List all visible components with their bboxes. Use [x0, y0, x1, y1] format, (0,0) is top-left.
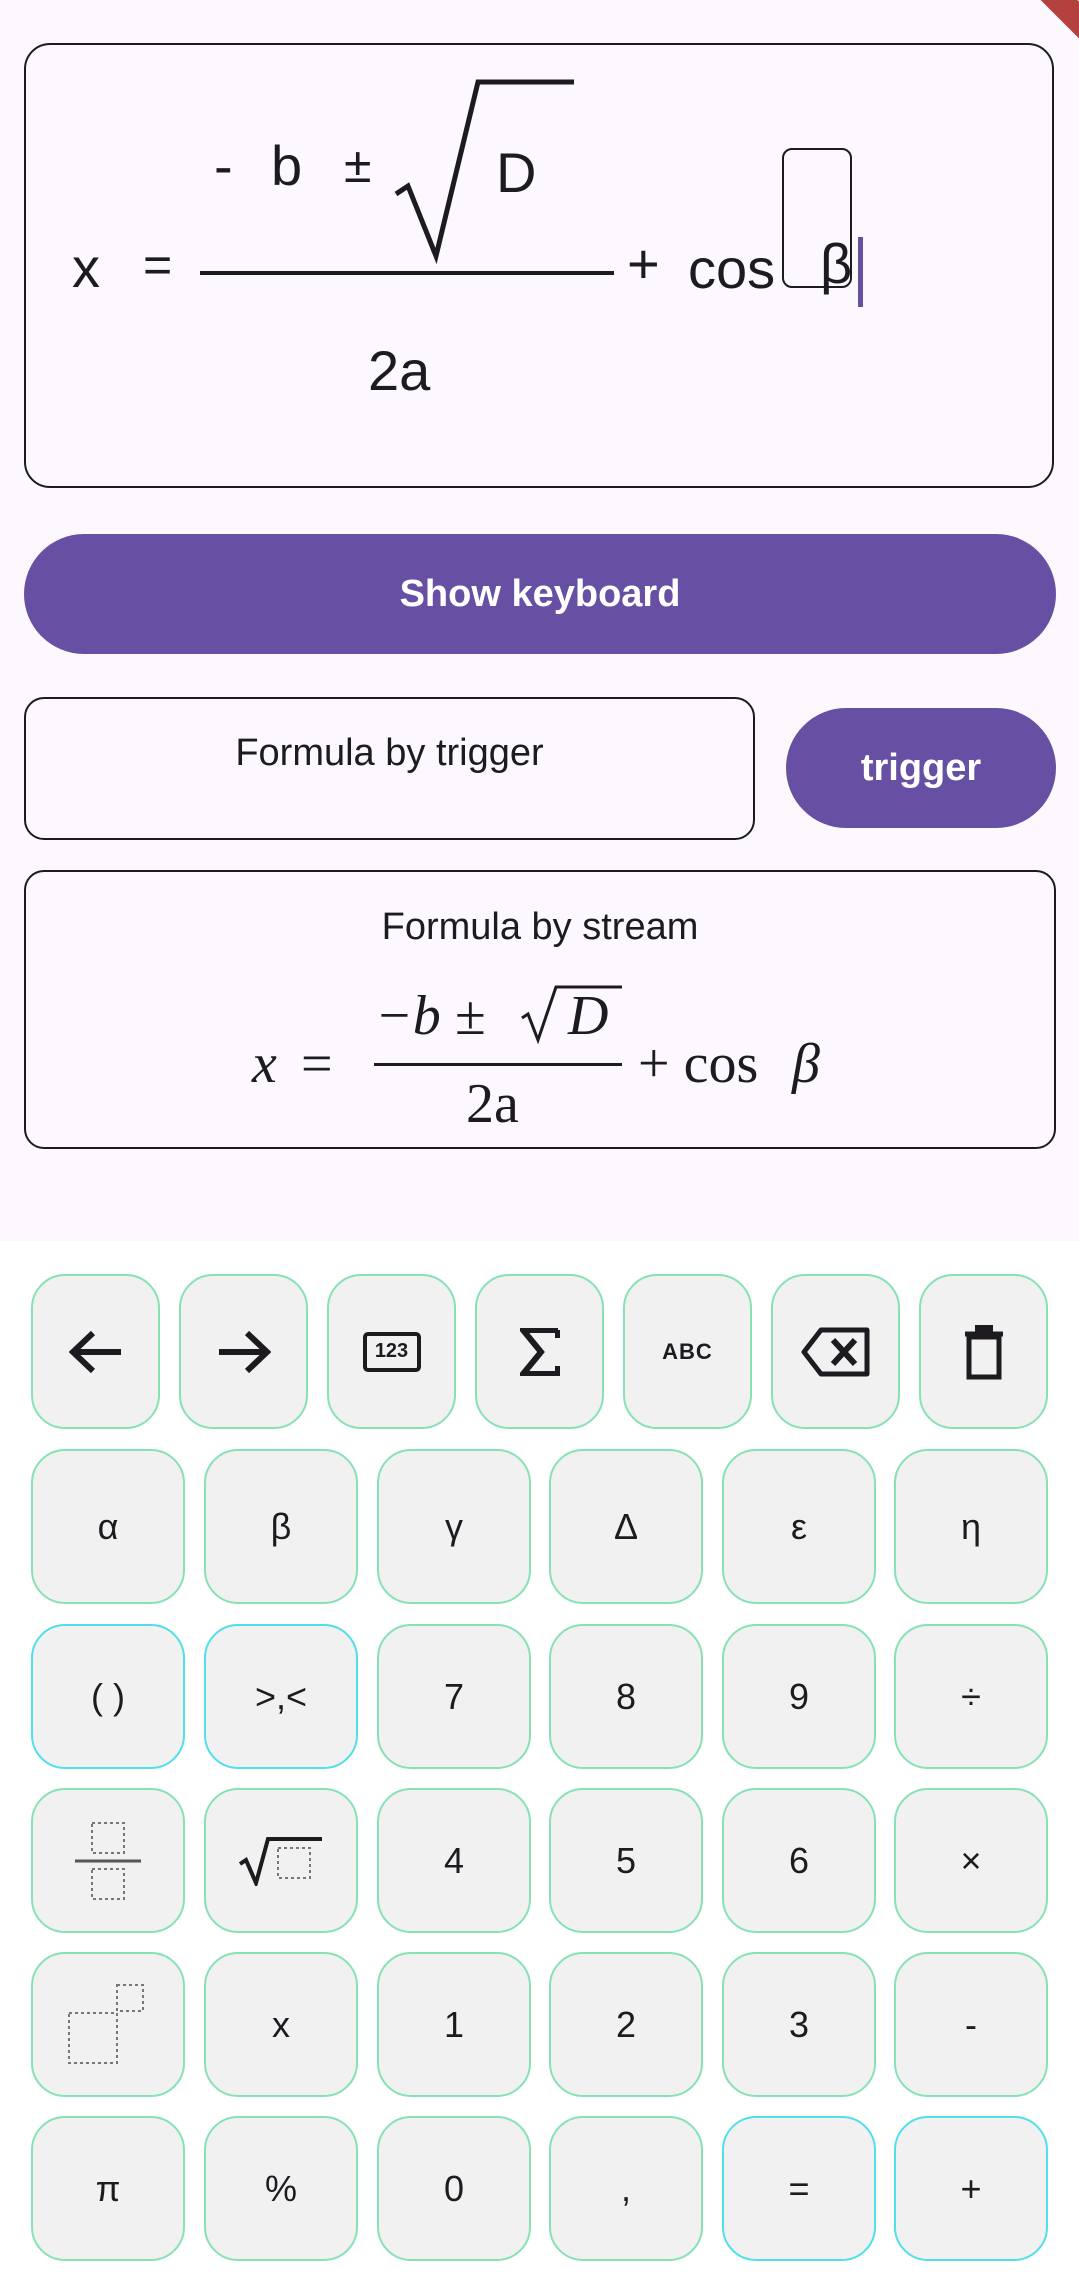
key-comma[interactable]: , — [549, 2116, 703, 2261]
key-1[interactable]: 1 — [377, 1952, 531, 2097]
key-plus[interactable]: + — [894, 2116, 1048, 2261]
formula-D: D — [496, 141, 537, 204]
key-8[interactable]: 8 — [549, 1624, 703, 1769]
key-sigma[interactable] — [475, 1274, 604, 1429]
sigma-icon — [519, 1327, 560, 1376]
stream-beta: β — [792, 1033, 820, 1095]
formula-b: b — [271, 134, 303, 197]
key-eta[interactable]: η — [894, 1449, 1048, 1604]
key-sqrt[interactable] — [204, 1788, 358, 1933]
formula-by-trigger-box: Formula by trigger — [24, 697, 755, 840]
fraction-line — [200, 271, 614, 275]
abc-icon: ABC — [662, 1338, 713, 1364]
key-pi[interactable]: π — [31, 2116, 185, 2261]
key-power[interactable] — [31, 1952, 185, 2097]
formula-minus: - — [214, 134, 233, 197]
formula-equals: = — [143, 237, 173, 293]
key-x[interactable]: x — [204, 1952, 358, 2097]
trigger-box-label: Formula by trigger — [235, 732, 544, 774]
key-epsilon[interactable]: ε — [722, 1449, 876, 1604]
trigger-button[interactable]: trigger — [786, 708, 1056, 828]
key-6[interactable]: 6 — [722, 1788, 876, 1933]
key-3[interactable]: 3 — [722, 1952, 876, 2097]
key-fraction[interactable] — [31, 1788, 185, 1933]
key-0[interactable]: 0 — [377, 2116, 531, 2261]
stream-equals: = — [301, 1033, 333, 1095]
stream-denominator: 2a — [466, 1073, 519, 1135]
show-keyboard-button[interactable]: Show keyboard — [24, 534, 1056, 654]
key-abc[interactable]: ABC — [623, 1274, 752, 1429]
stream-x: x — [252, 1033, 277, 1095]
sqrt-icon — [238, 1836, 322, 1886]
backspace-icon — [801, 1327, 869, 1376]
key-clear-all[interactable] — [919, 1274, 1048, 1429]
key-2[interactable]: 2 — [549, 1952, 703, 2097]
stream-fraction-line — [374, 1063, 622, 1066]
key-alpha[interactable]: α — [31, 1449, 185, 1604]
key-4[interactable]: 4 — [377, 1788, 531, 1933]
formula-denominator: 2a — [368, 339, 431, 402]
key-comparison[interactable]: >,< — [204, 1624, 358, 1769]
key-minus[interactable]: - — [894, 1952, 1048, 2097]
key-multiply[interactable]: × — [894, 1788, 1048, 1933]
key-percent[interactable]: % — [204, 2116, 358, 2261]
formula-plus-minus: ± — [344, 137, 372, 193]
numpad-icon-label: 123 — [374, 1340, 409, 1362]
formula-x: x — [72, 236, 100, 299]
sqrt-radical-icon — [394, 79, 574, 264]
formula-beta: β — [820, 232, 853, 295]
key-back-arrow[interactable] — [31, 1274, 160, 1429]
key-forward-arrow[interactable] — [179, 1274, 308, 1429]
numpad-123-icon: 123 — [362, 1331, 421, 1372]
trash-icon — [964, 1324, 1003, 1379]
key-beta[interactable]: β — [204, 1449, 358, 1604]
text-cursor — [858, 237, 863, 307]
key-5[interactable]: 5 — [549, 1788, 703, 1933]
key-gamma[interactable]: γ — [377, 1449, 531, 1604]
key-divide[interactable]: ÷ — [894, 1624, 1048, 1769]
stream-numerator: −b ± — [375, 985, 486, 1047]
key-7[interactable]: 7 — [377, 1624, 531, 1769]
key-backspace[interactable] — [771, 1274, 900, 1429]
key-equals[interactable]: = — [722, 2116, 876, 2261]
stream-box-label: Formula by stream — [381, 906, 699, 948]
stream-plus-cos: + cos — [638, 1033, 759, 1095]
stream-D: D — [568, 985, 609, 1047]
forward-arrow-icon — [218, 1330, 271, 1373]
formula-plus: + — [627, 232, 660, 295]
key-delta[interactable]: Δ — [549, 1449, 703, 1604]
formula-cos: cos — [688, 237, 776, 300]
key-parentheses[interactable]: ( ) — [31, 1624, 185, 1769]
back-arrow-icon — [68, 1330, 121, 1373]
fraction-icon — [75, 1821, 141, 1900]
key-9[interactable]: 9 — [722, 1624, 876, 1769]
key-numpad[interactable]: 123 — [327, 1274, 456, 1429]
power-icon — [68, 1983, 144, 2064]
